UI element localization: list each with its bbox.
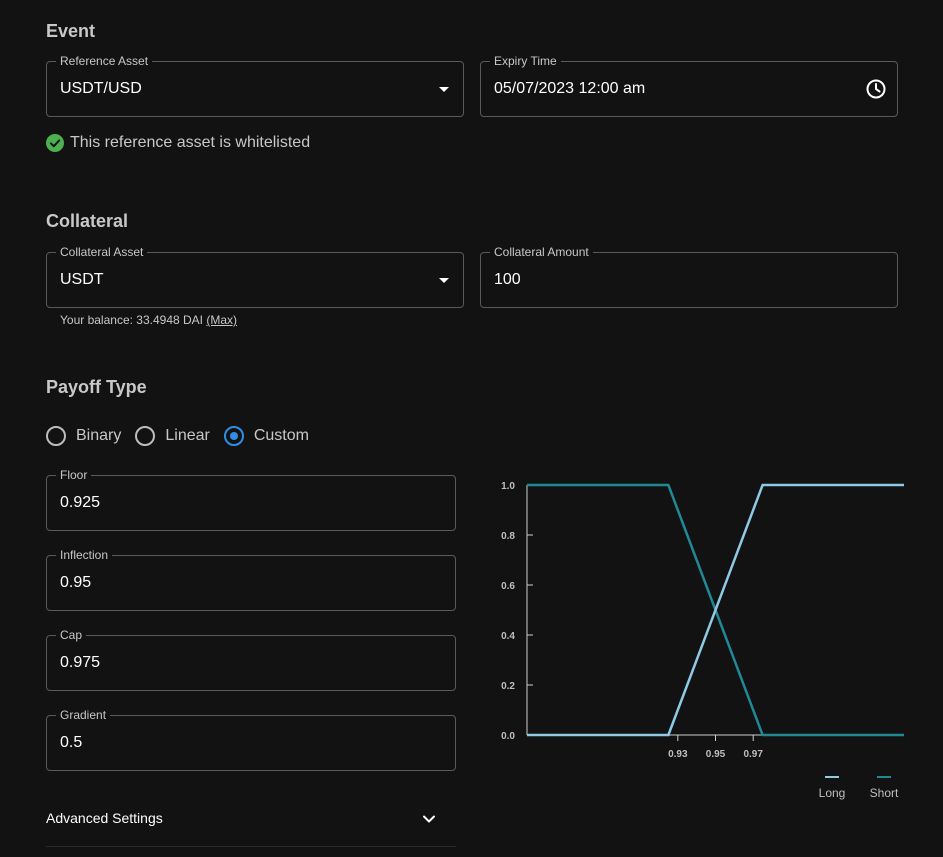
max-link[interactable]: (Max) — [206, 313, 237, 327]
cap-input[interactable]: Cap 0.975 — [46, 628, 456, 691]
legend-long-label: Long — [819, 786, 846, 800]
chevron-down-icon — [423, 815, 435, 823]
balance-info: Your balance: 33.4948 DAI (Max) — [60, 313, 237, 327]
floor-value: 0.925 — [60, 494, 101, 511]
clock-icon[interactable] — [866, 79, 886, 99]
dropdown-caret-icon — [439, 278, 449, 283]
event-title: Event — [46, 21, 96, 41]
advanced-settings-toggle[interactable]: Advanced Settings — [46, 804, 456, 847]
y-tick-label: 1.0 — [501, 481, 515, 492]
radio-binary-circle[interactable] — [46, 426, 66, 446]
reference-asset-select[interactable]: Reference Asset USDT/USD — [46, 54, 464, 117]
whitelist-text: This reference asset is whitelisted — [70, 134, 311, 151]
radio-linear-label: Linear — [165, 427, 210, 444]
chart-legend: Long Short — [819, 776, 899, 800]
payoff-chart: 0.0 0.2 0.4 0.6 0.8 1.0 0.93 0.95 0.97 Long Short — [501, 481, 904, 800]
inflection-input[interactable]: Inflection 0.95 — [46, 548, 456, 611]
radio-linear[interactable]: Linear — [135, 426, 210, 446]
radio-custom[interactable]: Custom — [223, 426, 309, 446]
radio-linear-circle[interactable] — [135, 426, 156, 446]
x-tick-label: 0.93 — [668, 749, 688, 760]
y-tick-label: 0.8 — [501, 531, 515, 542]
balance-text: Your balance: 33.4948 DAI — [60, 313, 203, 327]
payoff-type-radio-group: Binary Linear Custom — [46, 426, 323, 446]
radio-binary[interactable]: Binary — [46, 426, 121, 446]
x-tick-label: 0.95 — [706, 749, 726, 760]
expiry-time-value: 05/07/2023 12:00 am — [494, 80, 646, 97]
collateral-amount-input[interactable]: Collateral Amount 100 — [480, 245, 898, 308]
legend-short-label: Short — [870, 786, 899, 800]
floor-input[interactable]: Floor 0.925 — [46, 468, 456, 531]
collateral-asset-value: USDT — [60, 271, 104, 288]
radio-binary-label: Binary — [76, 427, 122, 444]
inflection-value: 0.95 — [60, 574, 92, 591]
chart-series — [527, 483, 904, 737]
expiry-time-field[interactable]: Expiry Time 05/07/2023 12:00 am — [480, 54, 898, 117]
gradient-input[interactable]: Gradient 0.5 — [46, 708, 456, 771]
advanced-settings-label: Advanced Settings — [46, 810, 163, 826]
whitelist-status: This reference asset is whitelisted — [46, 134, 310, 152]
collateral-asset-select[interactable]: Collateral Asset USDT — [46, 245, 464, 308]
radio-custom-circle[interactable] — [223, 426, 244, 446]
x-tick-label: 0.97 — [743, 749, 763, 760]
chart-axes: 0.0 0.2 0.4 0.6 0.8 1.0 0.93 0.95 0.97 — [501, 481, 904, 760]
y-tick-label: 0.4 — [501, 631, 515, 642]
collateral-title: Collateral — [46, 211, 129, 231]
gradient-value: 0.5 — [60, 734, 83, 751]
collateral-amount-value: 100 — [494, 271, 521, 288]
cap-value: 0.975 — [60, 654, 101, 671]
radio-custom-label: Custom — [253, 427, 309, 444]
y-tick-label: 0.2 — [501, 681, 515, 692]
series-long-line — [527, 483, 904, 737]
y-tick-label: 0.6 — [501, 581, 515, 592]
payoff-type-title: Payoff Type — [46, 377, 147, 397]
reference-asset-value: USDT/USD — [60, 80, 142, 97]
dropdown-caret-icon — [439, 87, 449, 92]
check-circle-icon — [46, 134, 64, 152]
y-tick-label: 0.0 — [501, 731, 515, 742]
